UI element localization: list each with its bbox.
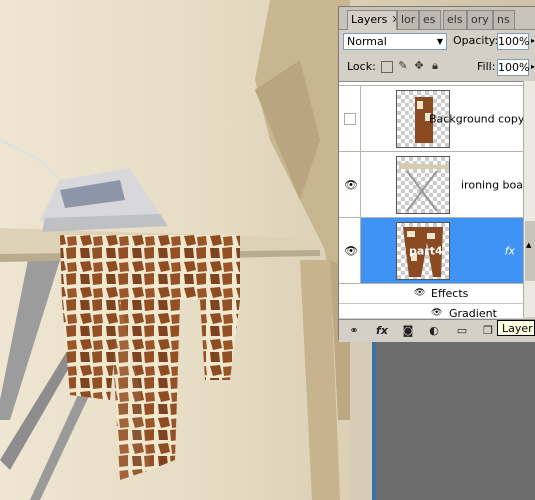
tab-actions[interactable]: ns [493, 10, 515, 29]
link-icon[interactable]: ⚭ [347, 324, 361, 337]
visibility-toggle[interactable]: 👁︎ [339, 152, 361, 217]
layer-thumbnail [396, 156, 450, 214]
panel-tabs: Layers✕ lor es els ory ns [339, 7, 535, 30]
effects-label: Effects [431, 287, 469, 300]
fill-label: Fill: [477, 60, 496, 73]
tab-history[interactable]: ory [467, 10, 493, 29]
blend-mode-select[interactable]: Normal ▼ [343, 33, 447, 50]
canvas-edge [350, 340, 535, 500]
layer-row[interactable]: 👁︎ ironing board [339, 152, 523, 218]
tooltip: Layer e [497, 320, 535, 336]
new-layer-icon[interactable]: ❐ [481, 324, 495, 337]
scroll-up-icon[interactable]: ▲ [526, 241, 531, 249]
lock-pixels-icon[interactable]: ✎ [397, 60, 409, 72]
eye-icon[interactable]: 👁︎ [414, 288, 425, 298]
opacity-slider-icon[interactable]: ▸ [531, 36, 535, 45]
blend-row: Normal ▼ Opacity: 100% ▸ [343, 31, 535, 53]
eye-icon: 👁︎ [344, 244, 358, 257]
lock-all-icon[interactable]: 🔒︎ [429, 60, 441, 72]
gradient-overlay-row[interactable]: 👁︎ Gradient Overlay [339, 304, 523, 318]
tab-swatches[interactable]: es [419, 10, 441, 29]
adjustment-icon[interactable]: ◐ [427, 324, 441, 337]
lock-transparency-icon[interactable] [381, 61, 393, 73]
layer-row[interactable]: Background copy 14 [339, 86, 523, 152]
layer-name: part4 [409, 244, 443, 257]
fx-icon[interactable]: fx [375, 324, 389, 337]
chevron-down-icon: ▼ [436, 37, 443, 46]
opacity-label: Opacity: [453, 34, 499, 47]
fx-icon[interactable]: fx [505, 244, 515, 257]
scrollbar[interactable]: ▲ [523, 81, 535, 317]
layer-row-selected[interactable]: 👁︎ part4 fx [339, 218, 523, 284]
folder-icon[interactable]: ▭ [455, 324, 469, 337]
eye-icon[interactable]: 👁︎ [431, 308, 442, 318]
layer-name: Background copy 14 [429, 112, 523, 125]
lock-row: Lock: ✎ ✥ 🔒︎ Fill: 100% ▸ [343, 57, 535, 79]
layers-panel: Layers✕ lor es els ory ns Normal▼ Opacit… [338, 6, 535, 342]
scroll-thumb[interactable] [525, 221, 535, 281]
eye-icon: 👁︎ [344, 178, 358, 191]
visibility-toggle[interactable] [339, 86, 361, 151]
tab-channels[interactable]: els [443, 10, 467, 29]
tab-layers[interactable]: Layers✕ [347, 10, 397, 30]
fill-slider-icon[interactable]: ▸ [531, 62, 535, 71]
effects-row[interactable]: 👁︎ Effects [339, 284, 523, 304]
layer-name: ironing board [461, 178, 523, 191]
giraffe-pants [60, 235, 240, 470]
lock-position-icon[interactable]: ✥ [413, 60, 425, 72]
mask-icon[interactable]: ◙ [401, 324, 415, 337]
fill-field[interactable]: 100% [497, 59, 529, 76]
tab-color[interactable]: lor [397, 10, 419, 29]
layers-list: Background copy 14 👁︎ ironing board 👁︎ p… [339, 81, 523, 318]
lock-label: Lock: [347, 60, 376, 73]
opacity-field[interactable]: 100% [497, 33, 529, 50]
gradient-overlay-label: Gradient Overlay [449, 307, 497, 318]
visibility-toggle[interactable]: 👁︎ [339, 218, 361, 283]
